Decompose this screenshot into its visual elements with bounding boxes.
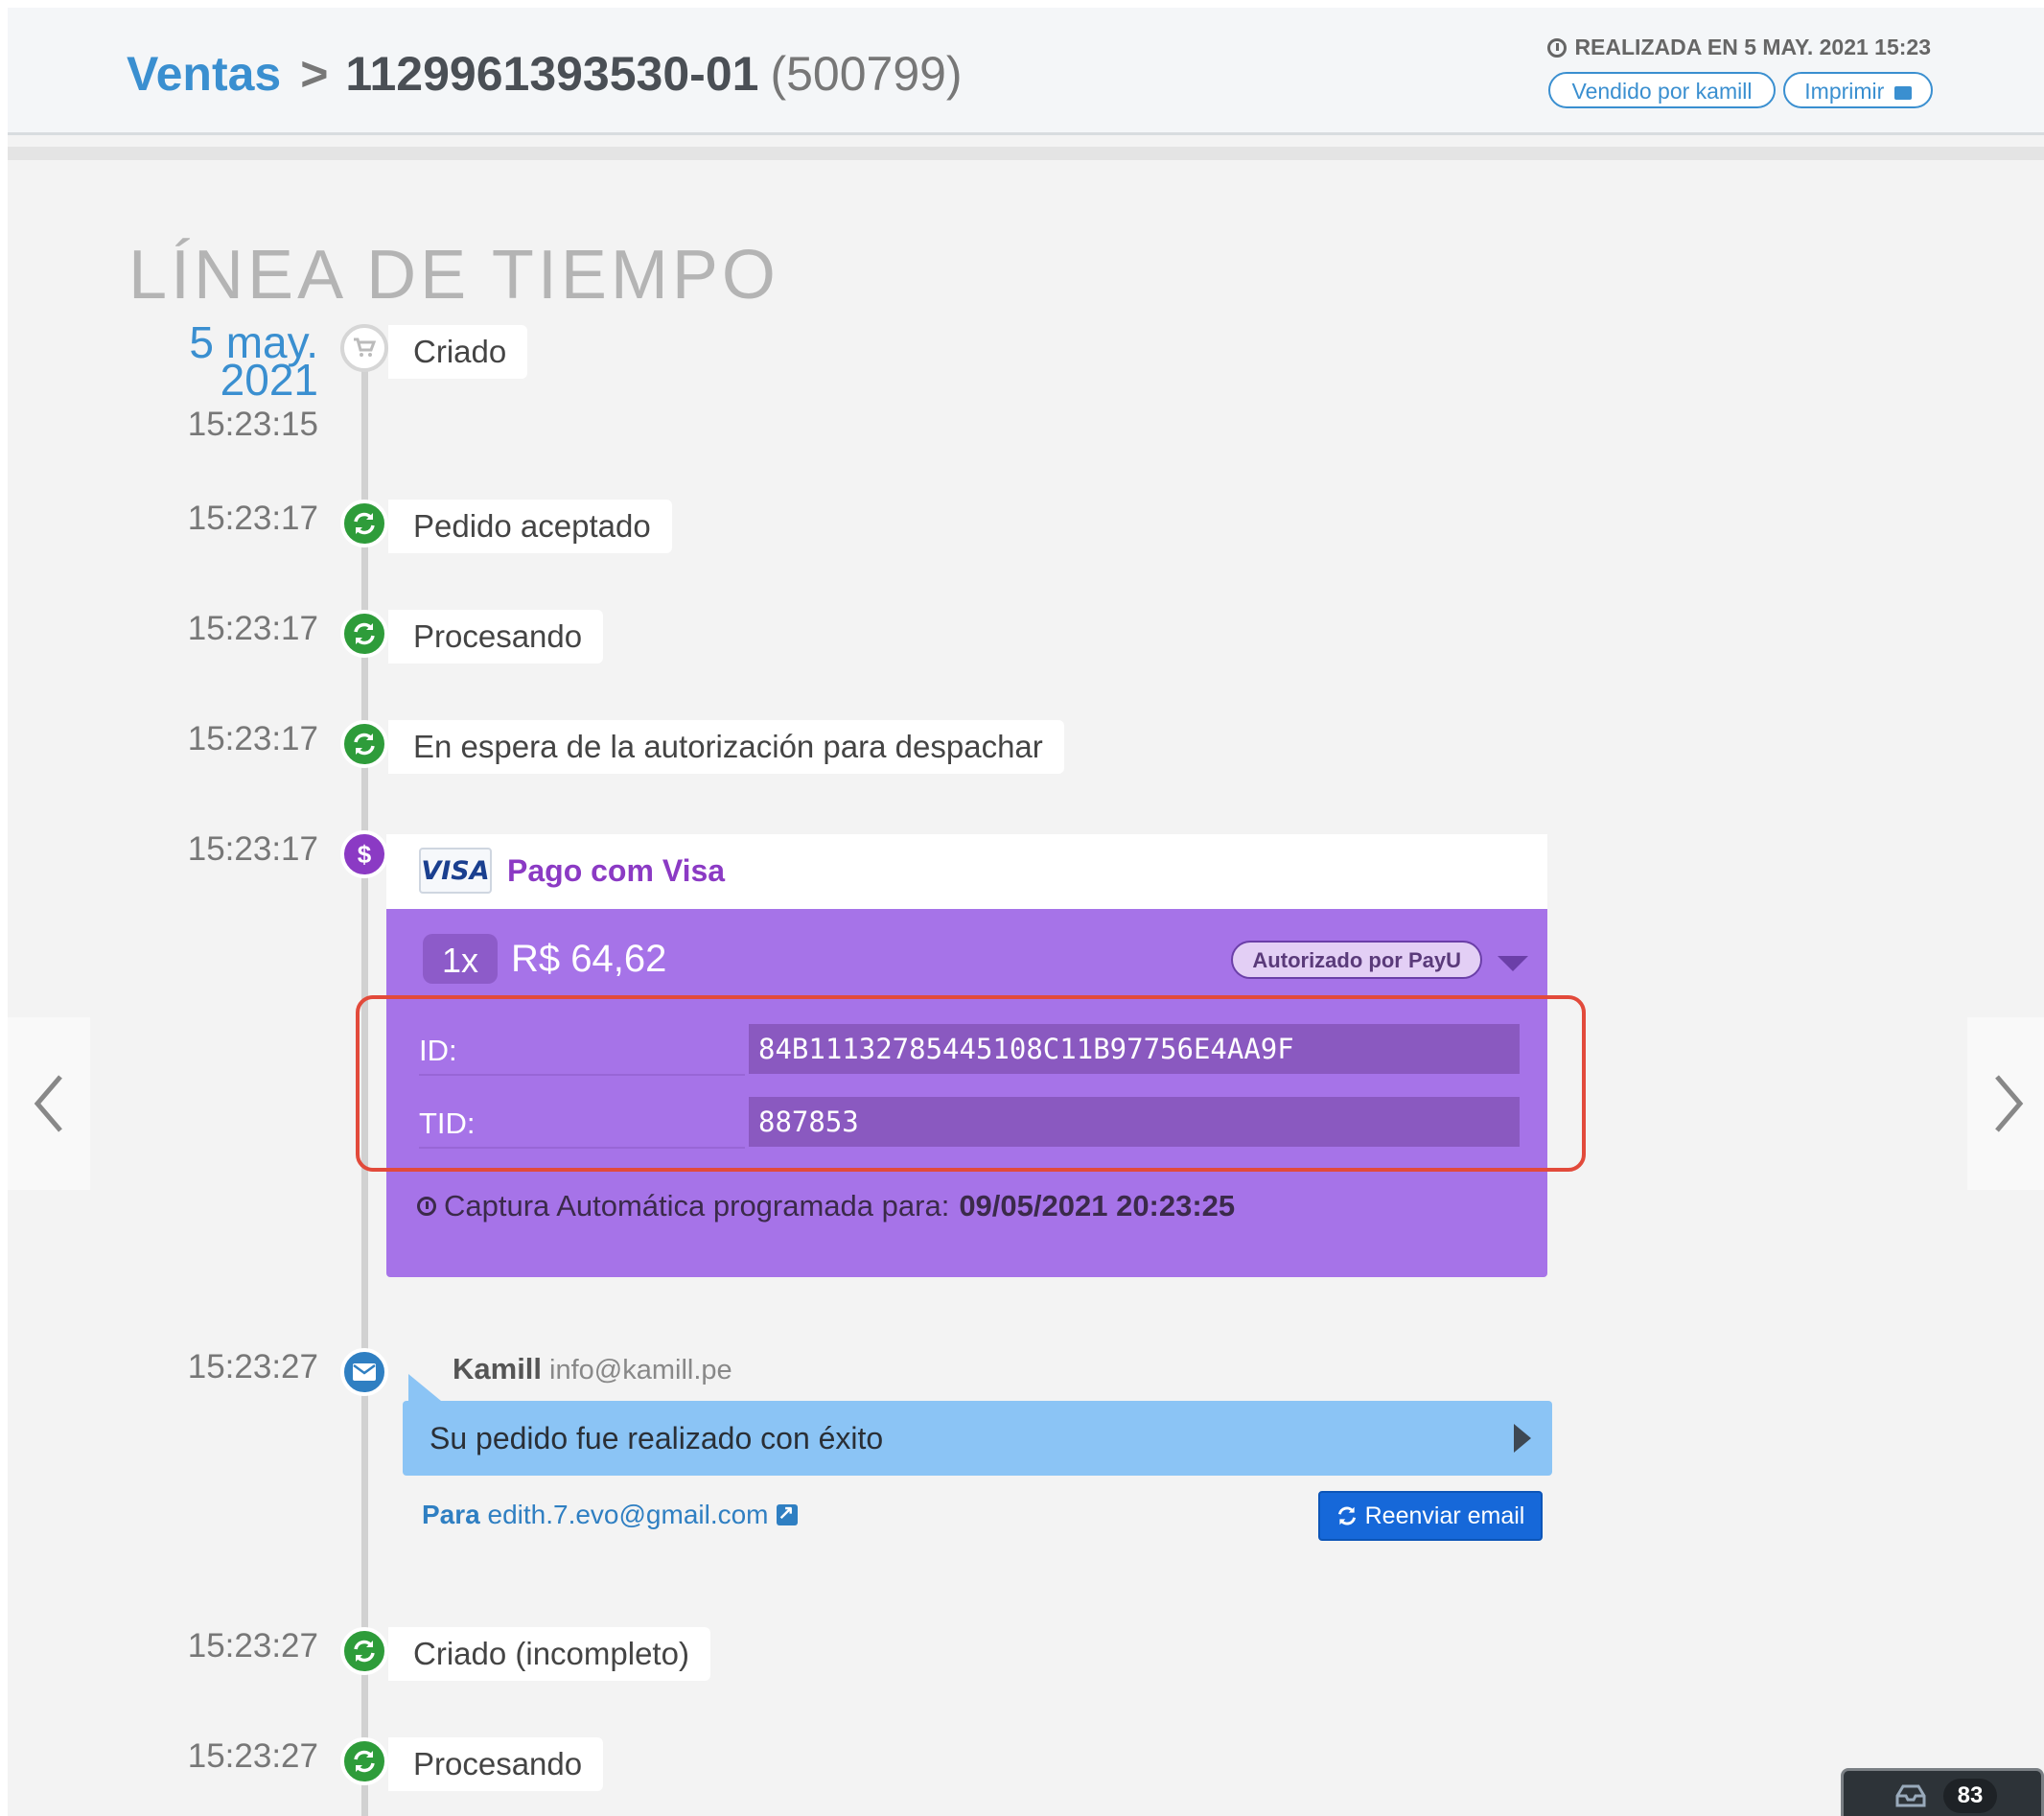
clock-icon: [1547, 37, 1568, 58]
event-label: En espera de la autorización para despac…: [388, 720, 1064, 774]
event-time: 15:23:27: [187, 1627, 318, 1665]
prev-order-button[interactable]: [8, 1017, 90, 1190]
timeline-date: 5 may. 2021: [189, 320, 318, 402]
event-time: 15:23:17: [187, 610, 318, 647]
event-time: 15:23:17: [187, 500, 318, 537]
page: Ventas >1129961393530-01 (500799) REALIZAD…: [8, 8, 2044, 1816]
email-recipient: Para edith.7.evo@gmail.com: [422, 1500, 798, 1530]
external-link-icon[interactable]: [776, 1501, 798, 1525]
breadcrumb-ventas-link[interactable]: Ventas: [127, 47, 281, 101]
chevron-down-icon[interactable]: [1498, 956, 1528, 971]
event-label: Criado (incompleto): [388, 1627, 710, 1681]
header-divider: [8, 147, 2044, 160]
resend-label: Reenviar email: [1364, 1502, 1525, 1529]
event-time: 15:23:17: [187, 830, 318, 868]
inbox-count: 83: [1943, 1779, 1997, 1813]
event-label: Pedido aceptado: [388, 500, 672, 553]
event-time: 15:23:27: [187, 1348, 318, 1385]
capture-date: 09/05/2021 20:23:25: [959, 1189, 1236, 1222]
sold-by-button[interactable]: Vendido por kamill: [1548, 72, 1776, 108]
print-button[interactable]: Imprimir: [1783, 72, 1933, 108]
printer-icon: [1893, 86, 1912, 100]
sync-icon: [340, 500, 388, 547]
event-label: Criado: [388, 325, 528, 379]
status-badge: Autorizado por PayU: [1231, 941, 1482, 979]
order-id: 1129961393530-01: [345, 47, 759, 101]
page-header: Ventas >1129961393530-01 (500799) REALIZAD…: [8, 8, 2044, 135]
sync-icon: [340, 1627, 388, 1675]
capture-schedule: Captura Automática programada para: 09/0…: [417, 1189, 1235, 1223]
event-label: Procesando: [388, 610, 604, 664]
email-sender: Kamill info@kamill.pe: [453, 1352, 732, 1386]
timeline-title: LÍNEA DE TIEMPO: [128, 237, 779, 314]
highlight-annotation: [356, 995, 1586, 1172]
sync-icon: [1337, 1506, 1356, 1525]
to-label: Para: [422, 1500, 480, 1529]
sender-email: info@kamill.pe: [549, 1355, 732, 1385]
installments-badge: 1x: [423, 934, 499, 984]
email-subject-bar[interactable]: Su pedido fue realizado con éxito: [403, 1401, 1552, 1476]
order-number: (500799): [770, 47, 963, 101]
event-label: Procesando: [388, 1737, 604, 1791]
chevron-right-icon: [1995, 1075, 2024, 1132]
resend-email-button[interactable]: Reenviar email: [1318, 1491, 1543, 1541]
sender-name: Kamill: [453, 1352, 543, 1385]
payment-header: VISA Pago com Visa: [386, 834, 1547, 909]
sync-icon: [340, 720, 388, 768]
event-time: 15:23:15: [187, 406, 318, 443]
next-order-button[interactable]: [1967, 1017, 2044, 1190]
chevron-left-icon: [34, 1075, 62, 1132]
expand-arrow-icon[interactable]: [1514, 1424, 1531, 1453]
visa-logo: VISA: [419, 848, 492, 894]
created-at-text: REALIZADA EN 5 MAY. 2021 15:23: [1574, 35, 1931, 59]
breadcrumb: Ventas >1129961393530-01 (500799): [127, 40, 963, 107]
recipient-email-link[interactable]: edith.7.evo@gmail.com: [488, 1500, 769, 1529]
dollar-icon: $: [340, 830, 388, 878]
payment-title: Pago com Visa: [507, 853, 726, 888]
event-time: 15:23:27: [187, 1737, 318, 1775]
clock-icon: [417, 1197, 436, 1216]
envelope-icon: [340, 1348, 388, 1396]
created-at: REALIZADA EN 5 MAY. 2021 15:23: [1547, 35, 1931, 60]
sync-icon: [340, 610, 388, 658]
inbox-icon: [1895, 1784, 1926, 1807]
print-label: Imprimir: [1804, 79, 1885, 104]
capture-text: Captura Automática programada para:: [444, 1189, 950, 1222]
inbox-widget[interactable]: 83: [1841, 1768, 2044, 1816]
cart-icon: [340, 324, 388, 372]
payment-amount: R$ 64,62: [511, 938, 667, 980]
sync-icon: [340, 1737, 388, 1785]
event-time: 15:23:17: [187, 720, 318, 757]
email-subject: Su pedido fue realizado con éxito: [430, 1421, 884, 1455]
chevron-right-icon: >: [300, 47, 329, 101]
